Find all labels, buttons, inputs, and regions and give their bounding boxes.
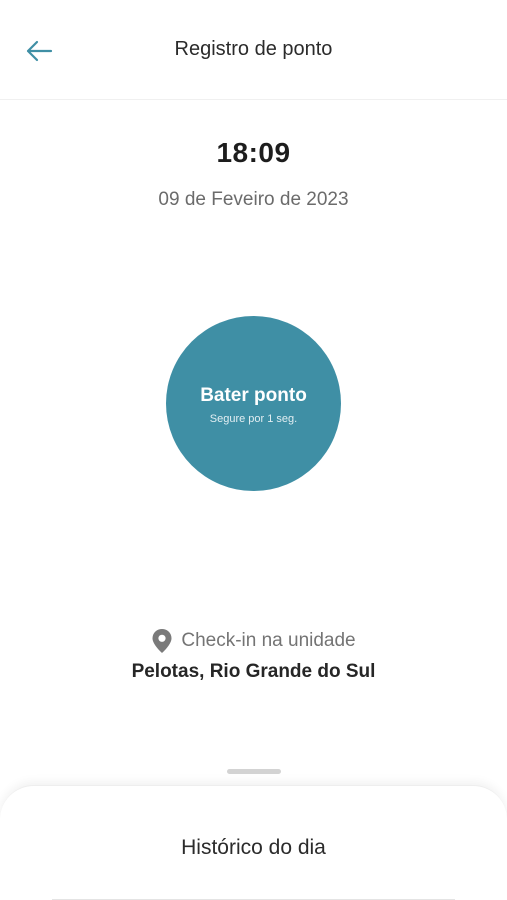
punch-button-label: Bater ponto bbox=[200, 384, 307, 406]
app-header: Registro de ponto bbox=[0, 0, 507, 100]
checkin-label: Check-in na unidade bbox=[181, 630, 356, 651]
punch-button-hint: Segure por 1 seg. bbox=[209, 412, 298, 425]
history-title: Histórico do dia bbox=[181, 836, 326, 859]
history-bottom-sheet[interactable]: Histórico do dia bbox=[0, 785, 507, 900]
page-title: Registro de ponto bbox=[174, 38, 333, 60]
location-pin-icon bbox=[151, 628, 173, 654]
current-date: 09 de Feveiro de 2023 bbox=[158, 189, 349, 210]
punch-clock-button[interactable]: Bater ponto Segure por 1 seg. bbox=[166, 316, 341, 491]
sheet-drag-handle[interactable] bbox=[227, 769, 281, 774]
checkin-location-row: Check-in na unidade bbox=[0, 628, 507, 654]
location-name: Pelotas, Rio Grande do Sul bbox=[131, 661, 376, 682]
time-clock-screen: Registro de ponto 18:09 09 de Feveiro de… bbox=[0, 0, 507, 900]
current-time: 18:09 bbox=[216, 137, 291, 168]
